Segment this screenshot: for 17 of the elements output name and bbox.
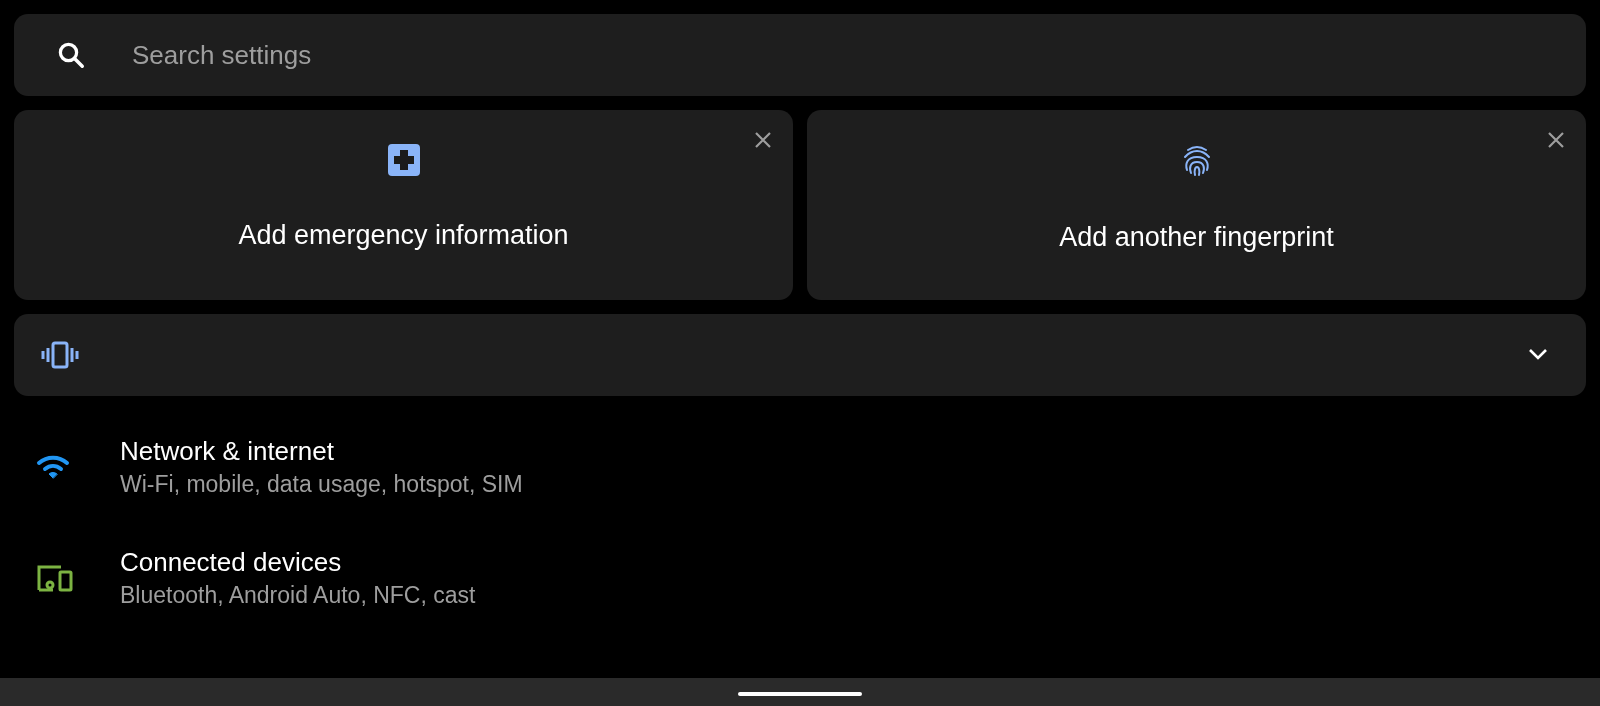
suggestion-card[interactable]: Add emergency information <box>14 110 793 300</box>
vibrate-icon <box>40 341 80 369</box>
medical-cross-icon <box>387 144 420 176</box>
item-title: Network & internet <box>120 436 335 466</box>
close-icon[interactable] <box>1546 130 1566 150</box>
suggestion-title: Add another fingerprint <box>1059 222 1334 253</box>
suggestion-title: Add emergency information <box>238 220 569 251</box>
item-summary: Bluetooth, Android Auto, NFC, cast <box>120 581 476 609</box>
search-icon <box>56 40 86 70</box>
gesture-handle[interactable] <box>738 692 862 696</box>
item-summary: Wi-Fi, mobile, data usage, hotspot, SIM <box>120 470 523 498</box>
expand-icon[interactable] <box>1528 348 1548 362</box>
search-field[interactable]: Search settings <box>132 39 1586 71</box>
search-bar[interactable]: Search settings <box>14 14 1586 96</box>
item-title: Connected devices <box>120 547 343 577</box>
suggestion-card[interactable]: Add another fingerprint <box>807 110 1586 300</box>
close-icon[interactable] <box>753 130 773 150</box>
